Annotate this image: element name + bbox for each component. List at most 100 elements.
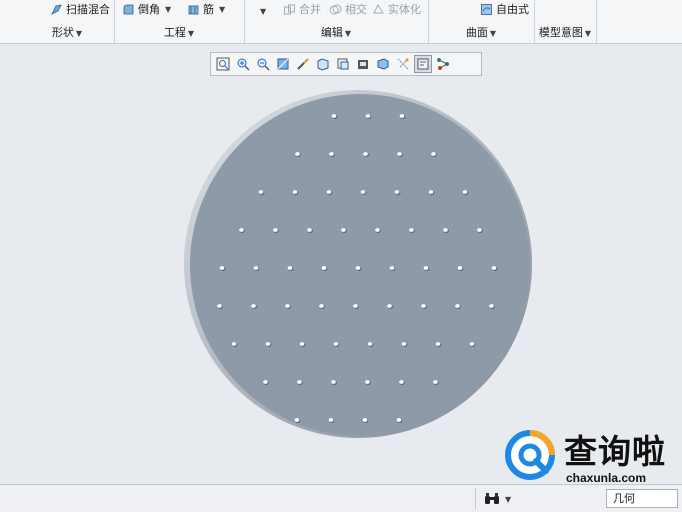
zoom-to-fit-icon (216, 57, 230, 71)
repaint-button[interactable] (274, 55, 292, 73)
group-engineering-label[interactable]: 工程 ▼ (114, 26, 244, 40)
zoom-out-button[interactable] (254, 55, 272, 73)
disc-hole[interactable] (321, 266, 327, 270)
disc-hole[interactable] (399, 114, 405, 118)
disc-hole[interactable] (239, 228, 244, 232)
chevron-down-icon[interactable]: ▼ (165, 5, 171, 14)
disc-hole[interactable] (319, 304, 324, 308)
datum-display-button[interactable] (394, 55, 412, 73)
disc-hole[interactable] (287, 266, 293, 270)
disc-hole[interactable] (365, 114, 371, 118)
disc-hole[interactable] (396, 418, 402, 422)
disc-hole[interactable] (455, 304, 460, 308)
freestyle-button[interactable]: 自由式 (480, 1, 529, 17)
group-editing-label[interactable]: 编辑 ▼ (244, 26, 428, 40)
chevron-down-icon: ▼ (187, 29, 195, 38)
disc-hole[interactable] (353, 304, 358, 308)
view-manager-button[interactable] (354, 55, 372, 73)
disc-hole[interactable] (333, 342, 339, 346)
disc-hole[interactable] (389, 266, 395, 270)
disc-hole[interactable] (462, 190, 468, 194)
disc-hole[interactable] (331, 114, 337, 118)
disc-hole[interactable] (394, 190, 400, 194)
disc-hole[interactable] (273, 228, 278, 232)
round-button[interactable]: 倒角 ▼ (122, 1, 171, 17)
disc-hole[interactable] (265, 342, 271, 346)
disc-hole[interactable] (421, 304, 426, 308)
zoom-out-icon (257, 58, 270, 71)
disc-hole[interactable] (362, 418, 368, 422)
disc-hole[interactable] (399, 380, 404, 384)
disc-hole[interactable] (219, 266, 225, 270)
disc-hole[interactable] (435, 342, 441, 346)
repaint-icon (277, 58, 289, 70)
disc-hole[interactable] (294, 418, 300, 422)
zoom-in-button[interactable] (234, 55, 252, 73)
disc-hole[interactable] (375, 228, 380, 232)
merge-button[interactable]: 合并 (283, 1, 321, 17)
saved-orientations-button[interactable] (334, 55, 352, 73)
intersect-button[interactable]: 相交 (329, 1, 367, 17)
graphics-viewport[interactable] (0, 44, 682, 484)
disc-hole[interactable] (258, 190, 264, 194)
editing-more-dropdown[interactable]: ▼ (258, 3, 266, 19)
disc-hole[interactable] (401, 342, 407, 346)
disc-hole[interactable] (299, 342, 305, 346)
disc-hole[interactable] (263, 380, 268, 384)
spin-center-toggle-button[interactable] (434, 55, 452, 73)
disc-hole[interactable] (491, 266, 497, 270)
annotation-display-icon (417, 58, 429, 70)
disc-hole[interactable] (489, 304, 494, 308)
disc-hole[interactable] (341, 228, 346, 232)
selection-filter-dropdown[interactable]: 几何 (606, 489, 678, 508)
disc-hole[interactable] (365, 380, 370, 384)
disc-hole[interactable] (251, 304, 256, 308)
disc-hole[interactable] (329, 152, 334, 156)
disc-hole[interactable] (292, 190, 298, 194)
disc-hole[interactable] (443, 228, 448, 232)
disc-hole[interactable] (387, 304, 392, 308)
chevron-down-icon[interactable]: ▼ (505, 495, 511, 504)
disc-hole[interactable] (307, 228, 312, 232)
group-surfaces-label[interactable]: 曲面 ▼ (428, 26, 534, 40)
group-model-intent-label[interactable]: 模型意图 ▼ (534, 26, 596, 40)
disc-hole[interactable] (477, 228, 482, 232)
annotation-display-button[interactable] (414, 55, 432, 73)
rib-button[interactable]: 筋 ▼ (187, 1, 225, 17)
disc-hole[interactable] (217, 304, 222, 308)
disc-hole[interactable] (285, 304, 290, 308)
round-icon (123, 4, 134, 14)
disc-hole[interactable] (231, 342, 237, 346)
disc-hole[interactable] (423, 266, 429, 270)
chevron-down-icon[interactable]: ▼ (219, 5, 225, 14)
disc-hole[interactable] (295, 152, 300, 156)
sweep-blend-button[interactable]: 扫描混合 (50, 1, 110, 17)
disc-hole[interactable] (363, 152, 368, 156)
disc-hole[interactable] (297, 380, 302, 384)
disc-face[interactable] (190, 94, 530, 436)
disc-hole[interactable] (457, 266, 463, 270)
disc-hole[interactable] (326, 190, 332, 194)
perforated-disc-model[interactable] (184, 90, 532, 438)
disc-hole[interactable] (431, 152, 436, 156)
spin-center-button[interactable] (294, 55, 312, 73)
disc-hole[interactable] (367, 342, 373, 346)
group-separator (596, 0, 597, 43)
find-button[interactable]: ▼ (484, 490, 520, 508)
disc-hole[interactable] (328, 418, 334, 422)
disc-hole[interactable] (397, 152, 402, 156)
perspective-button[interactable] (374, 55, 392, 73)
disc-hole[interactable] (428, 190, 434, 194)
zoom-to-fit-button[interactable] (214, 55, 232, 73)
group-shape-label[interactable]: 形状 ▼ (20, 26, 114, 40)
disc-hole[interactable] (433, 380, 438, 384)
disc-hole[interactable] (469, 342, 475, 346)
disc-hole[interactable] (409, 228, 414, 232)
disc-hole[interactable] (331, 380, 336, 384)
chevron-down-icon: ▼ (75, 29, 83, 38)
disc-hole[interactable] (253, 266, 259, 270)
display-style-button[interactable] (314, 55, 332, 73)
solidify-button[interactable]: 实体化 (372, 1, 421, 17)
disc-hole[interactable] (360, 190, 366, 194)
disc-hole[interactable] (355, 266, 361, 270)
